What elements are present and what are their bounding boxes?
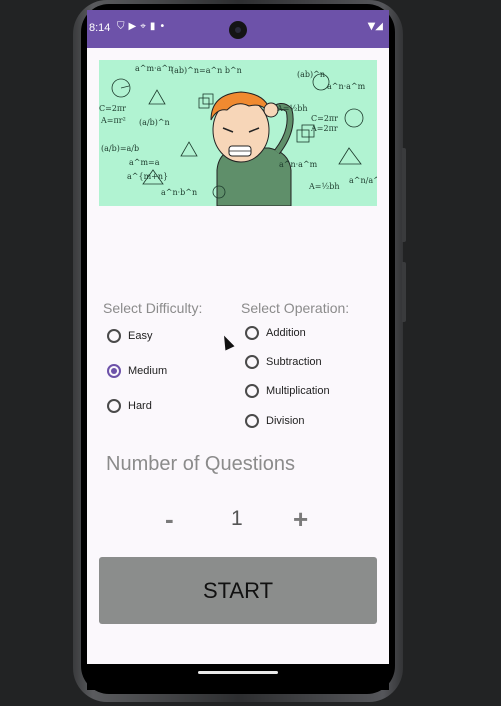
home-gesture-handle[interactable] bbox=[198, 671, 278, 674]
radio-label-addition: Addition bbox=[266, 327, 306, 339]
radio-label-division: Division bbox=[266, 415, 305, 427]
radio-label-hard: Hard bbox=[128, 400, 152, 412]
doodle-text: (a/b)=a/b bbox=[101, 144, 140, 153]
doodle-text: a^n·a^m bbox=[279, 160, 318, 169]
doodle-text: a^n·a^m bbox=[327, 82, 366, 91]
doodle-text: a^n/a^m bbox=[349, 176, 377, 185]
doodle-text: a^n·b^n bbox=[161, 188, 198, 197]
radio-label-easy: Easy bbox=[128, 330, 153, 342]
radio-subtraction[interactable]: Subtraction bbox=[245, 353, 322, 371]
questions-title: Number of Questions bbox=[106, 453, 295, 475]
radio-button[interactable] bbox=[107, 399, 121, 413]
doodle-text: A=½bh bbox=[277, 104, 308, 113]
radio-division[interactable]: Division bbox=[245, 412, 305, 430]
radio-label-subtraction: Subtraction bbox=[266, 356, 322, 368]
hero-image: a^m·a^n (ab)^n=a^n b^n C=2πr A=πr² (a/b)… bbox=[99, 60, 377, 206]
app-screen: 8:14 ⛉▶⌖▮• ▼◢ a^m·a^n (ab)^n=a^n b^n C=2… bbox=[87, 10, 389, 664]
shield-icon: ⛉ bbox=[117, 21, 129, 32]
radio-button[interactable] bbox=[245, 414, 259, 428]
navigation-bar bbox=[87, 664, 389, 690]
card-icon: ▮ bbox=[149, 21, 160, 32]
location-icon: ⌖ bbox=[140, 21, 150, 32]
radio-easy[interactable]: Easy bbox=[107, 327, 152, 345]
radio-button[interactable] bbox=[245, 384, 259, 398]
play-icon: ▶ bbox=[128, 21, 141, 32]
radio-hard[interactable]: Hard bbox=[107, 397, 152, 415]
doodle-text: a^m·a^n bbox=[135, 64, 174, 73]
radio-medium[interactable]: Medium bbox=[107, 362, 167, 380]
doodle-text: a^m=a bbox=[129, 158, 160, 167]
status-time: 8:14 bbox=[89, 22, 111, 34]
doodle-text: A=½bh bbox=[309, 182, 340, 191]
volume-button bbox=[402, 262, 406, 322]
radio-button-selected[interactable] bbox=[107, 364, 121, 378]
radio-label-multiplication: Multiplication bbox=[266, 385, 330, 397]
system-icons: ▼◢ bbox=[368, 21, 383, 32]
power-button bbox=[402, 148, 406, 242]
start-button[interactable]: START bbox=[99, 557, 377, 624]
dot-icon: • bbox=[159, 21, 170, 32]
doodle-text: A=2πr bbox=[311, 124, 338, 133]
doodle-text: a^{m+n} bbox=[127, 172, 169, 181]
doodle-text: (ab)^n bbox=[297, 70, 325, 79]
question-count: 1 bbox=[231, 507, 243, 530]
front-camera bbox=[229, 21, 247, 39]
radio-label-medium: Medium bbox=[128, 365, 168, 377]
increment-button[interactable]: + bbox=[293, 504, 308, 535]
doodle-text: (ab)^n=a^n b^n bbox=[171, 66, 242, 75]
operation-label: Select Operation: bbox=[241, 300, 350, 316]
radio-button[interactable] bbox=[245, 355, 259, 369]
doodle-text: C=2πr bbox=[99, 104, 126, 113]
start-button-label: START bbox=[202, 577, 274, 603]
radio-multiplication[interactable]: Multiplication bbox=[245, 382, 330, 400]
radio-button[interactable] bbox=[245, 326, 259, 340]
doodle-text: (a/b)^n bbox=[139, 118, 170, 127]
doodle-text: C=2πr bbox=[311, 114, 338, 123]
signal-icon: ◢ bbox=[375, 21, 383, 32]
status-bar: 8:14 ⛉▶⌖▮• ▼◢ bbox=[87, 10, 389, 48]
radio-button[interactable] bbox=[107, 329, 121, 343]
radio-addition[interactable]: Addition bbox=[245, 324, 306, 342]
difficulty-label: Select Difficulty: bbox=[103, 300, 203, 316]
notification-icons: ⛉▶⌖▮• bbox=[117, 21, 169, 32]
decrement-button[interactable]: - bbox=[165, 504, 174, 535]
doodle-text: A=πr² bbox=[101, 116, 126, 125]
